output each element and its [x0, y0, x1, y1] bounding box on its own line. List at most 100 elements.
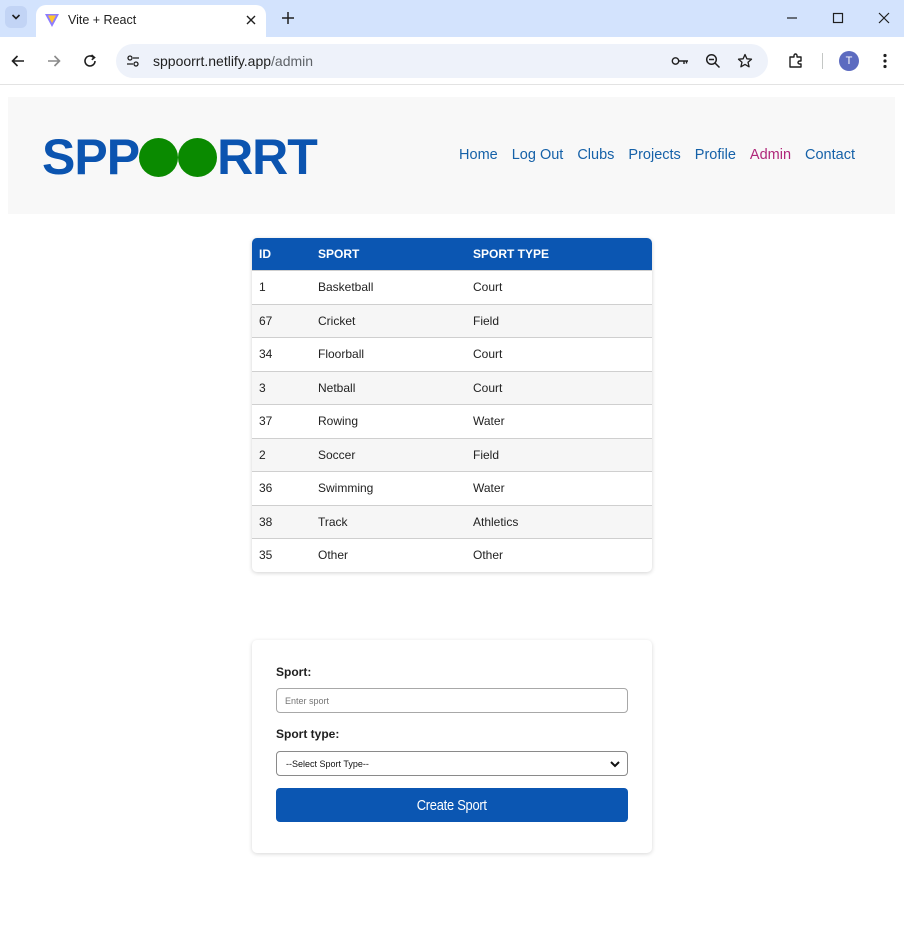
- cell-sport: Other: [318, 548, 349, 563]
- close-icon: [246, 15, 256, 25]
- browser-toolbar: sppoorrt.netlify.app/admin T: [0, 37, 904, 85]
- maximize-icon: [832, 12, 844, 24]
- cell-sport-type: Court: [473, 347, 503, 362]
- cell-id: 38: [259, 514, 273, 529]
- close-window-button[interactable]: [875, 9, 893, 27]
- cell-sport: Basketball: [318, 280, 374, 295]
- table-row: 34 Floorball Court: [252, 337, 652, 371]
- site-header: SPP RRT Home Log Out Clubs Projects Profi…: [8, 97, 895, 214]
- create-sport-form: Sport: Sport type: --Select Sport Type--…: [252, 640, 652, 853]
- cell-sport-type: Court: [473, 380, 503, 395]
- tab-search-button[interactable]: [5, 6, 27, 28]
- create-sport-button-label: Create Sport: [416, 796, 488, 814]
- column-header-sport: SPORT: [318, 247, 360, 261]
- zoom-out-icon: [705, 53, 721, 69]
- arrow-right-icon: [48, 55, 61, 67]
- table-row: 37 Rowing Water: [252, 404, 652, 438]
- cell-id: 2: [259, 447, 266, 462]
- vite-logo-icon: [45, 14, 59, 27]
- sport-label: Sport:: [276, 665, 312, 679]
- column-header-id: ID: [259, 247, 271, 261]
- chevron-down-icon: [610, 761, 620, 768]
- sports-table: ID SPORT SPORT TYPE 1 Basketball Court 6…: [252, 238, 652, 572]
- password-key-button[interactable]: [671, 52, 689, 70]
- cell-sport-type: Athletics: [473, 514, 519, 529]
- zoom-button[interactable]: [704, 52, 722, 70]
- table-row: 3 Netball Court: [252, 370, 652, 404]
- address-bar[interactable]: sppoorrt.netlify.app/admin: [116, 44, 768, 78]
- key-icon: [671, 57, 688, 65]
- site-info-button[interactable]: [123, 51, 143, 71]
- sport-type-label: Sport type:: [276, 727, 340, 741]
- column-header-sport-type: SPORT TYPE: [473, 247, 550, 261]
- bookmark-button[interactable]: [736, 52, 754, 70]
- sport-type-selected: --Select Sport Type--: [286, 759, 369, 769]
- tab-title: Vite + React: [68, 13, 137, 27]
- cell-id: 37: [259, 414, 273, 429]
- table-row: 1 Basketball Court: [252, 270, 652, 304]
- nav-contact[interactable]: Contact: [805, 147, 855, 163]
- table-row: 35 Other Other: [252, 538, 652, 572]
- profile-avatar[interactable]: T: [839, 51, 859, 71]
- nav-log-out[interactable]: Log Out: [512, 147, 564, 163]
- logo-ball-icon: [139, 137, 179, 177]
- table-row: 36 Swimming Water: [252, 471, 652, 505]
- create-sport-button[interactable]: Create Sport: [276, 788, 628, 822]
- cell-sport: Track: [318, 514, 348, 529]
- star-icon: [737, 53, 753, 68]
- browser-menu-button[interactable]: [875, 51, 895, 71]
- cell-sport-type: Field: [473, 447, 500, 462]
- cell-sport: Soccer: [318, 447, 356, 462]
- puzzle-icon: [789, 53, 802, 68]
- nav-projects[interactable]: Projects: [628, 147, 680, 163]
- logo-ball-icon: [178, 137, 218, 177]
- sport-input[interactable]: [276, 688, 628, 713]
- url-path: /admin: [271, 53, 314, 69]
- table-header: ID SPORT SPORT TYPE: [252, 238, 652, 270]
- cell-sport-type: Other: [473, 548, 504, 563]
- url-host: sppoorrt.netlify.app: [153, 53, 272, 69]
- table-row: 38 Track Athletics: [252, 504, 652, 538]
- cell-sport: Floorball: [318, 347, 365, 362]
- chevron-down-icon: [11, 14, 21, 20]
- cell-id: 36: [259, 481, 273, 496]
- url-text: sppoorrt.netlify.app/admin: [153, 53, 313, 69]
- nav-admin[interactable]: Admin: [750, 147, 791, 163]
- forward-button[interactable]: [44, 51, 64, 71]
- tab-strip: Vite + React: [0, 0, 904, 37]
- sport-type-select[interactable]: --Select Sport Type--: [276, 751, 628, 776]
- close-icon: [878, 12, 890, 24]
- more-vert-icon: [883, 53, 887, 69]
- cell-sport-type: Court: [473, 280, 503, 295]
- back-button[interactable]: [8, 51, 28, 71]
- cell-id: 34: [259, 347, 273, 362]
- nav-profile[interactable]: Profile: [695, 147, 736, 163]
- maximize-button[interactable]: [829, 9, 847, 27]
- logo-text-right: RRT: [217, 129, 318, 185]
- reload-button[interactable]: [80, 51, 100, 71]
- extensions-button[interactable]: [786, 51, 806, 71]
- plus-icon: [282, 12, 294, 24]
- cell-sport: Rowing: [318, 414, 359, 429]
- cell-id: 1: [259, 280, 266, 295]
- cell-id: 67: [259, 313, 273, 328]
- nav-home[interactable]: Home: [459, 147, 498, 163]
- reload-icon: [84, 54, 96, 67]
- main-nav: Home Log Out Clubs Projects Profile Admi…: [459, 147, 855, 163]
- tab-close-button[interactable]: [242, 11, 260, 29]
- table-row: 2 Soccer Field: [252, 437, 652, 471]
- tune-icon: [127, 55, 139, 67]
- new-tab-button[interactable]: [278, 8, 298, 28]
- cell-sport: Cricket: [318, 313, 356, 328]
- table-row: 67 Cricket Field: [252, 303, 652, 337]
- minimize-button[interactable]: [783, 9, 801, 27]
- cell-id: 3: [259, 380, 266, 395]
- browser-tab[interactable]: Vite + React: [36, 5, 266, 37]
- minimize-icon: [787, 17, 797, 19]
- site-logo[interactable]: SPP RRT: [42, 129, 318, 185]
- cell-sport: Swimming: [318, 481, 374, 496]
- toolbar-divider: [822, 53, 823, 69]
- logo-text-left: SPP: [42, 129, 140, 185]
- cell-sport-type: Field: [473, 313, 500, 328]
- nav-clubs[interactable]: Clubs: [577, 147, 614, 163]
